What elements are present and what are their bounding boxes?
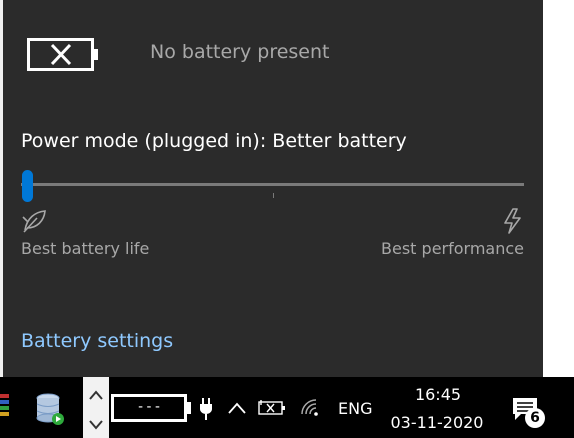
power-mode-slider-thumb[interactable] [22,170,33,202]
chevron-down-icon[interactable] [88,419,104,431]
wifi-icon[interactable] [300,398,322,418]
power-mode-title: Power mode (plugged in): Better battery [21,130,407,152]
battery-indicator-tip [186,402,191,414]
clock-time[interactable]: 16:45 [394,385,482,404]
battery-indicator-text: --- [136,399,162,415]
battery-flyout: No battery present Power mode (plugged i… [3,0,543,377]
language-indicator[interactable]: ENG [338,399,372,418]
battery-missing-icon [27,38,98,71]
battery-status-text: No battery present [150,41,330,63]
lightning-icon [504,208,521,234]
battery-settings-link[interactable]: Battery settings [21,330,173,352]
chevron-up-icon[interactable] [88,389,104,401]
leaf-icon [22,210,46,233]
show-hidden-icons-caret[interactable] [227,401,247,415]
best-battery-life-label: Best battery life [21,239,150,258]
taskbar: --- ENG 16:45 03-11-2020 6 [0,377,574,438]
app-stack-icon[interactable] [0,392,9,420]
desktop-background [543,0,574,377]
best-performance-label: Best performance [381,239,524,258]
database-app-icon[interactable] [34,392,66,426]
power-mode-slider-track[interactable] [21,183,524,186]
clock-date[interactable]: 03-11-2020 [384,413,490,432]
battery-indicator[interactable]: --- [111,394,187,422]
notification-count-badge: 6 [525,408,545,428]
overflow-scroll-column [83,377,109,438]
power-plug-icon[interactable] [197,397,215,421]
no-battery-icon[interactable] [258,399,286,417]
slider-tick [273,193,274,198]
